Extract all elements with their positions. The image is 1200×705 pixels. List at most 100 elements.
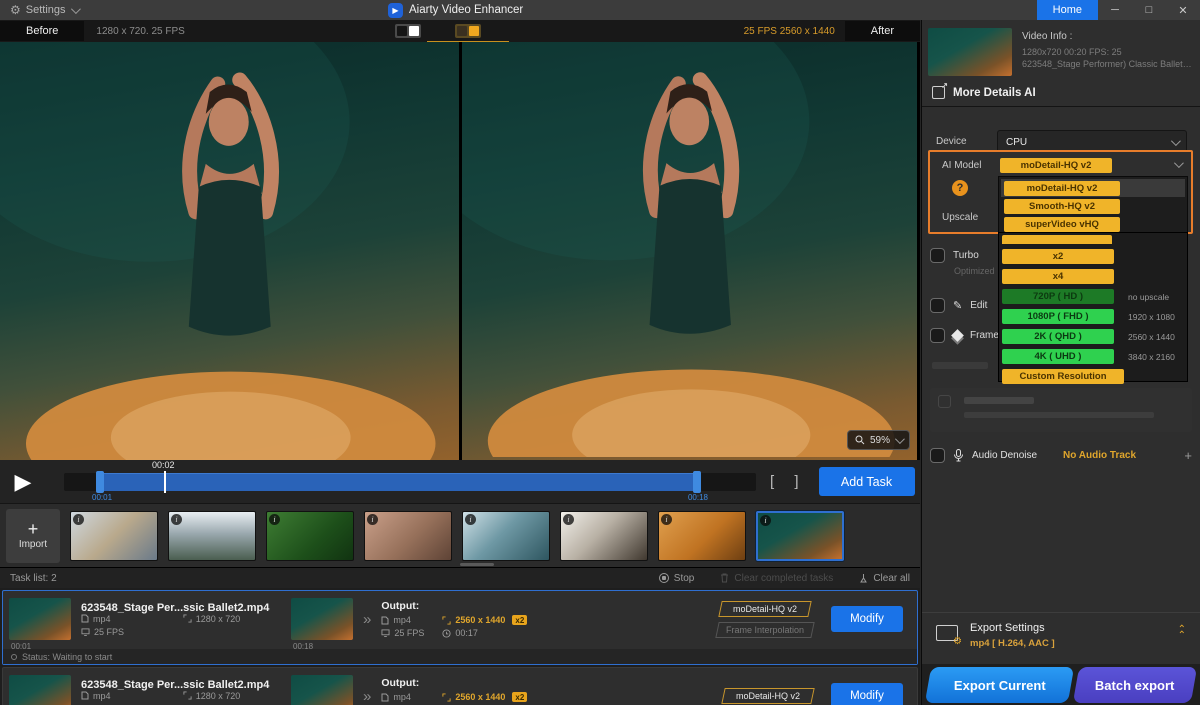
after-tab[interactable]: After	[845, 21, 920, 41]
trash-icon	[720, 573, 729, 583]
play-button[interactable]: ▶	[0, 469, 46, 495]
video-info-thumb	[928, 28, 1012, 76]
clear-all-button[interactable]: Clear all	[859, 573, 910, 584]
audio-denoise-checkbox[interactable]	[930, 448, 945, 463]
chevron-down-icon	[1171, 136, 1181, 146]
close-button[interactable]: ✕	[1166, 0, 1200, 20]
upscale-option[interactable]: 1080P ( FHD )1920 x 1080	[1002, 307, 1187, 326]
import-button[interactable]: + Import	[6, 509, 60, 563]
frames-icon	[951, 329, 964, 342]
task-row[interactable]: 00:01 623548_Stage Per...ssic Ballet2.mp…	[2, 590, 918, 665]
strip-scrollbar[interactable]	[460, 563, 494, 566]
window-controls: Home ─ □ ✕	[1037, 0, 1200, 20]
modify-button[interactable]: Modify	[831, 606, 903, 632]
media-thumb-portrait[interactable]: i	[364, 511, 452, 561]
media-strip: + Import i i i i i i i i	[0, 503, 920, 567]
edit-label: Edit	[970, 300, 987, 311]
info-icon[interactable]: i	[367, 514, 378, 525]
side-by-side-view-icon[interactable]	[455, 24, 481, 38]
add-audio-icon[interactable]: +	[1184, 448, 1192, 463]
after-info: 25 FPS 2560 x 1440	[744, 26, 835, 37]
clear-completed-button[interactable]: Clear completed tasks	[720, 573, 833, 584]
task-filename: 623548_Stage Per...ssic Ballet2.mp4	[81, 679, 281, 691]
dancer-after	[462, 42, 917, 457]
add-task-button[interactable]: Add Task	[819, 467, 915, 496]
collapse-chevrons-icon[interactable]: ⌃⌃	[1178, 627, 1186, 639]
task-count: Task list: 2	[10, 573, 57, 584]
video-info-specs: 1280x720 00:20 FPS: 25	[1022, 47, 1192, 57]
playhead-time: 00:02	[152, 460, 175, 470]
upscale-option[interactable]: 2K ( QHD )2560 x 1440	[1002, 327, 1187, 346]
task-input-thumb: 00:01	[9, 598, 71, 640]
edit-checkbox[interactable]	[930, 298, 945, 313]
media-thumb-ballet-selected[interactable]: i	[756, 511, 844, 561]
batch-export-button[interactable]: Batch export	[1073, 667, 1197, 703]
gear-icon: ⚙	[10, 3, 21, 17]
info-icon[interactable]: i	[73, 514, 84, 525]
ai-model-option[interactable]: superVideo vHQ	[1001, 215, 1185, 233]
upscale-option[interactable]: 720P ( HD )no upscale	[1002, 287, 1187, 306]
model-badge: moDetail-HQ v2	[721, 688, 814, 704]
media-thumb-tiger[interactable]: i	[658, 511, 746, 561]
info-icon[interactable]: i	[269, 514, 280, 525]
before-tab[interactable]: Before	[0, 21, 84, 41]
export-format: mp4 [ H.264, AAC ]	[970, 638, 1055, 649]
enhance-icon	[932, 86, 945, 99]
upscale-option[interactable]: 4K ( UHD )3840 x 2160	[1002, 347, 1187, 366]
stop-button[interactable]: Stop	[659, 573, 695, 584]
upscale-option[interactable]: Custom Resolution	[1002, 367, 1187, 386]
modify-button[interactable]: Modify	[831, 683, 903, 705]
media-thumb-cat[interactable]: i	[560, 511, 648, 561]
settings-menu[interactable]: ⚙ Settings	[0, 3, 78, 17]
video-info-filename: 623548_Stage Performer) Classic Ballet2.…	[1022, 59, 1192, 69]
zoom-control[interactable]: 59%	[847, 430, 910, 450]
export-settings-icon	[936, 625, 958, 641]
task-row[interactable]: 623548_Stage Per...ssic Ballet2.mp4 mp4 …	[2, 667, 918, 705]
trim-range[interactable]	[99, 473, 698, 491]
task-out-time: 00:18	[293, 642, 313, 651]
chevron-down-icon	[895, 434, 905, 444]
trim-end-handle[interactable]	[693, 471, 701, 493]
info-icon[interactable]: i	[465, 514, 476, 525]
minimize-button[interactable]: ─	[1098, 0, 1132, 20]
resize-icon	[442, 616, 451, 625]
plus-icon: +	[28, 522, 39, 536]
upscale-option[interactable]: x2	[1002, 247, 1187, 266]
ai-model-dropdown: moDetail-HQ v2 Smooth-HQ v2 superVideo v…	[998, 176, 1188, 236]
settings-label: Settings	[26, 4, 66, 16]
export-settings-section[interactable]: Export Settings mp4 [ H.264, AAC ] ⌃⌃	[922, 612, 1200, 664]
workspace: Before 1280 x 720. 25 FPS 25 FPS 2560 x …	[0, 20, 920, 705]
app-title-group: ▶ Aiarty Video Enhancer	[388, 0, 523, 20]
upscale-option[interactable]: x4	[1002, 267, 1187, 286]
home-button[interactable]: Home	[1037, 0, 1098, 20]
disabled-checkbox	[938, 395, 951, 408]
ai-model-option[interactable]: moDetail-HQ v2	[1001, 179, 1185, 197]
ai-model-option[interactable]: Smooth-HQ v2	[1001, 197, 1185, 215]
trim-brackets-icon[interactable]: [ ]	[770, 473, 807, 490]
playhead[interactable]	[164, 471, 166, 493]
task-output-thumb: 00:18	[291, 598, 353, 640]
timeline[interactable]: 00:02 00:01 00:18	[64, 473, 756, 491]
frame-checkbox[interactable]	[930, 328, 945, 343]
ai-model-label: AI Model	[942, 160, 981, 171]
split-view-icon[interactable]	[395, 24, 421, 38]
file-icon	[81, 691, 89, 700]
maximize-button[interactable]: □	[1132, 0, 1166, 20]
media-thumb-snow-girl[interactable]: i	[70, 511, 158, 561]
export-current-button[interactable]: Export Current	[925, 667, 1075, 703]
info-icon[interactable]: i	[171, 514, 182, 525]
audio-denoise-row: Audio Denoise No Audio Track +	[930, 445, 1192, 465]
info-icon[interactable]: i	[563, 514, 574, 525]
help-icon[interactable]: ?	[952, 180, 968, 196]
trim-start-handle[interactable]	[96, 471, 104, 493]
resize-icon	[442, 693, 451, 702]
info-icon[interactable]: i	[760, 515, 771, 526]
media-thumb-train[interactable]: i	[462, 511, 550, 561]
info-icon[interactable]: i	[661, 514, 672, 525]
ai-model-selected[interactable]: moDetail-HQ v2	[1000, 158, 1112, 173]
turbo-checkbox[interactable]	[930, 248, 945, 263]
titlebar: ⚙ Settings ▶ Aiarty Video Enhancer Home …	[0, 0, 1200, 20]
media-thumb-mountains[interactable]: i	[168, 511, 256, 561]
dancer-before	[0, 42, 458, 460]
media-thumb-plants[interactable]: i	[266, 511, 354, 561]
